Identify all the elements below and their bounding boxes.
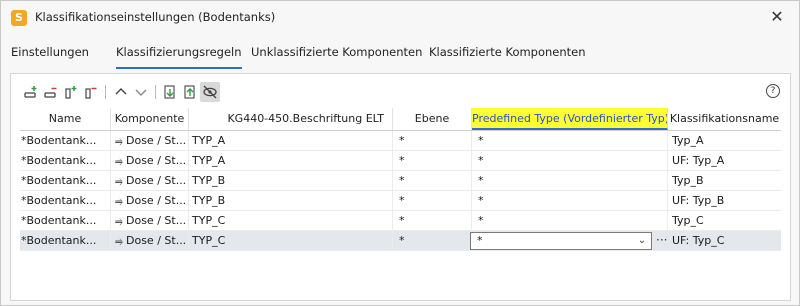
rules-panel: ? Name Komponente KG440-450.Beschriftung…: [10, 73, 791, 301]
hide-icon[interactable]: [200, 82, 220, 102]
table-row[interactable]: *Bodentank... ⥤ Dose / St... TYP_A * * UF: Typ…: [20, 151, 781, 171]
komponente-text: Dose / St...: [126, 174, 187, 187]
table-row[interactable]: *Bodentank... ⥤ Dose / St... TYP_A * * Typ_A: [20, 131, 781, 151]
title-bar: S Klassifikationseinstellungen (Bodentan…: [1, 1, 799, 35]
toolbar-separator: [155, 85, 156, 99]
connector-icon: ⥤: [115, 196, 123, 207]
cell-komponente[interactable]: ⥤ Dose / St...: [111, 231, 189, 251]
window-title: Klassifikationseinstellungen (Bodentanks…: [35, 10, 276, 24]
predefined-type-dropdown[interactable]: * ⌄: [470, 232, 652, 250]
cell-predefined-type[interactable]: *: [472, 131, 668, 151]
cell-komponente[interactable]: ⥤ Dose / St...: [111, 171, 189, 191]
table-row[interactable]: *Bodentank... ⥤ Dose / St... TYP_B * * Typ_B: [20, 171, 781, 191]
cell-klassifikationsname[interactable]: UF: Typ_A: [668, 151, 781, 171]
cell-klassifikationsname[interactable]: UF: Typ_B: [668, 191, 781, 211]
cell-komponente[interactable]: ⥤ Dose / St...: [111, 191, 189, 211]
cell-klassifikationsname[interactable]: UF: Typ_C: [668, 231, 781, 251]
table-row[interactable]: *Bodentank... ⥤ Dose / St... TYP_B * * UF: Typ…: [20, 191, 781, 211]
cell-klassifikationsname[interactable]: Typ_C: [668, 211, 781, 231]
cell-name[interactable]: *Bodentank...: [20, 131, 111, 151]
connector-icon: ⥤: [115, 236, 123, 247]
cell-ebene[interactable]: *: [393, 171, 472, 191]
connector-icon: ⥤: [115, 136, 123, 147]
cell-klassifikationsname[interactable]: Typ_A: [668, 131, 781, 151]
table-row[interactable]: *Bodentank... ⥤ Dose / St... TYP_C * * Typ_C: [20, 211, 781, 231]
cell-name[interactable]: *Bodentank...: [20, 171, 111, 191]
table-row[interactable]: *Bodentank... ⥤ Dose / St... TYP_C * * ⌄ ··· UF:…: [20, 231, 781, 251]
cell-beschriftung[interactable]: TYP_C: [189, 211, 393, 231]
help-icon[interactable]: ?: [766, 84, 780, 98]
export-icon[interactable]: [182, 84, 198, 100]
cell-name[interactable]: *Bodentank...: [20, 211, 111, 231]
komponente-text: Dose / St...: [126, 134, 187, 147]
cell-komponente[interactable]: ⥤ Dose / St...: [111, 211, 189, 231]
chevron-down-icon[interactable]: ⌄: [636, 234, 648, 248]
komponente-text: Dose / St...: [126, 214, 187, 227]
cell-predefined-type[interactable]: *: [472, 191, 668, 211]
close-button[interactable]: ✕: [767, 7, 787, 27]
move-down-icon[interactable]: [133, 84, 149, 100]
connector-icon: ⥤: [115, 216, 123, 227]
cell-klassifikationsname[interactable]: Typ_B: [668, 171, 781, 191]
column-header-predefined-type[interactable]: Predefined Type (Vordefinierter Typ): [472, 108, 668, 130]
cell-komponente[interactable]: ⥤ Dose / St...: [111, 151, 189, 171]
dropdown-value: *: [477, 234, 483, 247]
cell-ebene[interactable]: *: [393, 231, 472, 251]
cell-beschriftung[interactable]: TYP_A: [189, 131, 393, 151]
dialog-window: S Klassifikationseinstellungen (Bodentan…: [0, 0, 800, 306]
import-icon[interactable]: [162, 84, 178, 100]
remove-condition-icon[interactable]: [83, 84, 99, 100]
tab-klassifizierte-komponenten[interactable]: Klassifizierte Komponenten: [429, 45, 586, 69]
komponente-text: Dose / St...: [126, 154, 187, 167]
column-header-komponente[interactable]: Komponente: [111, 108, 189, 130]
cell-ebene[interactable]: *: [393, 131, 472, 151]
cell-beschriftung[interactable]: TYP_C: [189, 231, 393, 251]
connector-icon: ⥤: [115, 156, 123, 167]
cell-beschriftung[interactable]: TYP_B: [189, 191, 393, 211]
cell-name[interactable]: *Bodentank...: [20, 151, 111, 171]
tab-einstellungen[interactable]: Einstellungen: [11, 45, 89, 69]
cell-beschriftung[interactable]: TYP_A: [189, 151, 393, 171]
komponente-text: Dose / St...: [126, 194, 187, 207]
cell-komponente[interactable]: ⥤ Dose / St...: [111, 131, 189, 151]
move-up-icon[interactable]: [113, 84, 129, 100]
column-header-klassifikationsname[interactable]: Klassifikationsname: [668, 108, 781, 130]
app-icon: S: [11, 10, 27, 26]
toolbar: ?: [11, 74, 790, 108]
add-condition-icon[interactable]: [63, 84, 79, 100]
tab-unklassifizierte-komponenten[interactable]: Unklassifizierte Komponenten: [251, 45, 422, 69]
cell-ebene[interactable]: *: [393, 211, 472, 231]
add-rule-icon[interactable]: [23, 84, 39, 100]
cell-predefined-type[interactable]: *: [472, 171, 668, 191]
column-header-name[interactable]: Name: [20, 108, 111, 130]
cell-ebene[interactable]: *: [393, 151, 472, 171]
komponente-text: Dose / St...: [126, 234, 187, 247]
cell-beschriftung[interactable]: TYP_B: [189, 171, 393, 191]
connector-icon: ⥤: [115, 176, 123, 187]
toolbar-separator: [105, 85, 106, 99]
remove-rule-icon[interactable]: [43, 84, 59, 100]
cell-name[interactable]: *Bodentank...: [20, 191, 111, 211]
cell-predefined-type[interactable]: *: [472, 211, 668, 231]
cell-ebene[interactable]: *: [393, 191, 472, 211]
tab-klassifizierungsregeln[interactable]: Klassifizierungsregeln: [116, 45, 242, 69]
column-header-beschriftung[interactable]: KG440-450.Beschriftung ELT: [189, 108, 393, 130]
cell-name[interactable]: *Bodentank...: [20, 231, 111, 251]
cell-predefined-type[interactable]: *: [472, 151, 668, 171]
column-header-ebene[interactable]: Ebene: [393, 108, 472, 130]
